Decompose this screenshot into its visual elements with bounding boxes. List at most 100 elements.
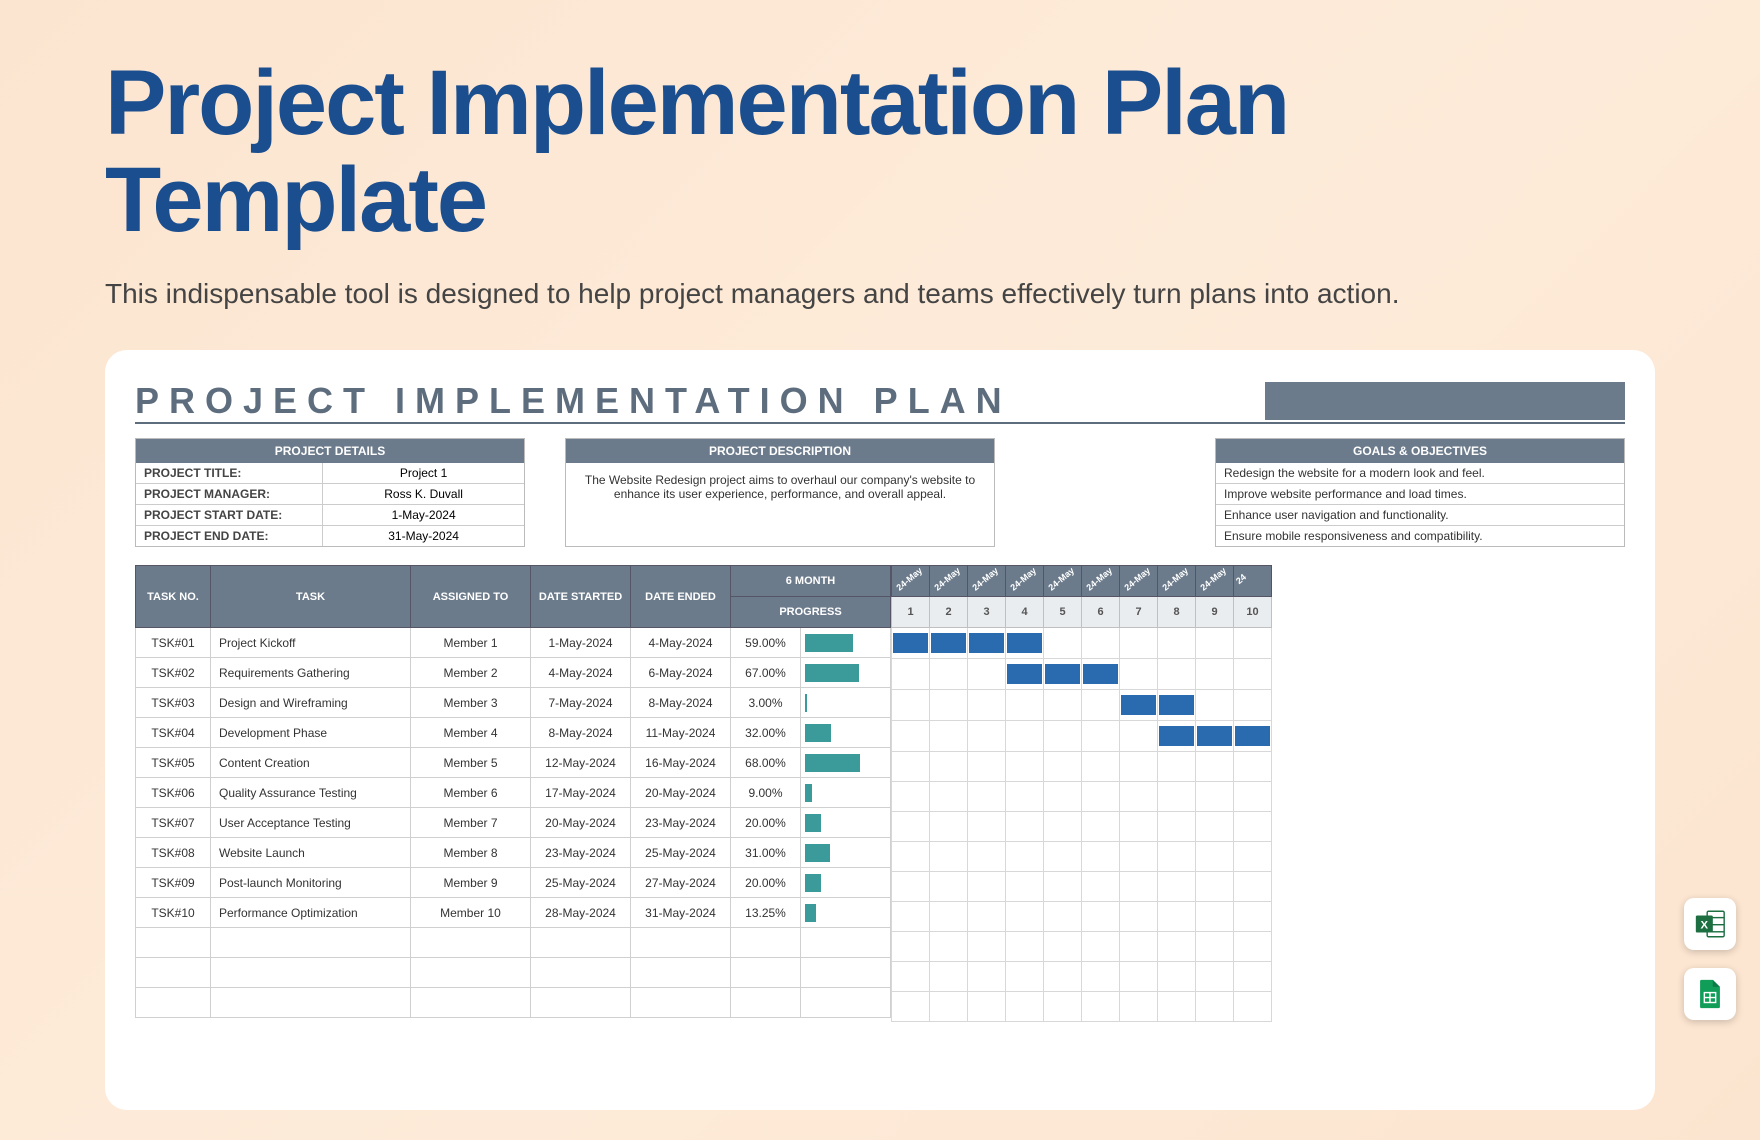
goal-item: Ensure mobile responsiveness and compati… xyxy=(1216,526,1624,546)
cell-task-no: TSK#09 xyxy=(136,868,211,898)
cell-assigned: Member 4 xyxy=(411,718,531,748)
gantt-cell xyxy=(1158,628,1196,659)
table-row: TSK#04Development PhaseMember 48-May-202… xyxy=(136,718,891,748)
gantt-row xyxy=(892,628,1272,659)
gantt-cell xyxy=(968,992,1006,1022)
gantt-cell xyxy=(1120,628,1158,659)
cell-end: 11-May-2024 xyxy=(631,718,731,748)
detail-value: Ross K. Duvall xyxy=(322,484,524,504)
excel-icon[interactable]: X xyxy=(1684,898,1736,950)
cell-progress-pct: 68.00% xyxy=(731,748,801,778)
cell-progress-bar xyxy=(801,778,891,808)
cell-progress-bar xyxy=(801,688,891,718)
gantt-num-header: 5 xyxy=(1044,597,1082,628)
google-sheets-icon[interactable] xyxy=(1684,968,1736,1020)
detail-row-manager: PROJECT MANAGER: Ross K. Duvall xyxy=(136,484,524,505)
task-table: TASK NO. TASK ASSIGNED TO DATE STARTED D… xyxy=(135,565,891,1022)
gantt-cell xyxy=(1120,932,1158,962)
gantt-cell xyxy=(1082,659,1120,690)
cell-task: Design and Wireframing xyxy=(211,688,411,718)
gantt-cell xyxy=(930,752,968,782)
gantt-cell xyxy=(1196,721,1234,752)
gantt-cell xyxy=(1196,932,1234,962)
gantt-cell xyxy=(930,782,968,812)
cell-task-no: TSK#06 xyxy=(136,778,211,808)
gantt-cell xyxy=(1044,962,1082,992)
gantt-cell xyxy=(930,690,968,721)
gantt-cell xyxy=(1006,628,1044,659)
gantt-cell xyxy=(1120,690,1158,721)
gantt-cell xyxy=(1006,782,1044,812)
gantt-cell xyxy=(1120,721,1158,752)
cell-end: 23-May-2024 xyxy=(631,808,731,838)
gantt-num-header: 3 xyxy=(968,597,1006,628)
gantt-date-header: 24-May xyxy=(1196,566,1234,597)
gantt-row xyxy=(892,812,1272,842)
gantt-cell xyxy=(1044,782,1082,812)
gantt-cell xyxy=(930,812,968,842)
gantt-cell xyxy=(1120,842,1158,872)
gantt-cell xyxy=(1234,902,1272,932)
detail-value: 1-May-2024 xyxy=(322,505,524,525)
detail-label: PROJECT TITLE: xyxy=(136,463,322,483)
gantt-chart: 24-May24-May24-May24-May24-May24-May24-M… xyxy=(891,565,1625,1022)
cell-start: 17-May-2024 xyxy=(531,778,631,808)
cell-task-no: TSK#07 xyxy=(136,808,211,838)
gantt-cell xyxy=(1158,690,1196,721)
gantt-cell xyxy=(1082,932,1120,962)
gantt-cell xyxy=(930,721,968,752)
detail-label: PROJECT START DATE: xyxy=(136,505,322,525)
gantt-cell xyxy=(892,659,930,690)
gantt-cell xyxy=(892,628,930,659)
gantt-cell xyxy=(930,902,968,932)
cell-start: 7-May-2024 xyxy=(531,688,631,718)
gantt-cell xyxy=(930,659,968,690)
gantt-cell xyxy=(968,721,1006,752)
gantt-date-header: 24-May xyxy=(1158,566,1196,597)
gantt-cell xyxy=(892,992,930,1022)
cell-progress-bar xyxy=(801,628,891,658)
gantt-num-header: 1 xyxy=(892,597,930,628)
cell-end: 16-May-2024 xyxy=(631,748,731,778)
gantt-row xyxy=(892,872,1272,902)
gantt-cell xyxy=(1044,992,1082,1022)
goals-box: GOALS & OBJECTIVES Redesign the website … xyxy=(1215,438,1625,547)
gantt-cell xyxy=(892,932,930,962)
gantt-num-header: 10 xyxy=(1234,597,1272,628)
gantt-cell xyxy=(1082,782,1120,812)
gantt-cell xyxy=(1044,752,1082,782)
cell-task-no: TSK#03 xyxy=(136,688,211,718)
gantt-cell xyxy=(1082,690,1120,721)
project-description-box: PROJECT DESCRIPTION The Website Redesign… xyxy=(565,438,995,547)
gantt-cell xyxy=(1234,812,1272,842)
cell-start: 4-May-2024 xyxy=(531,658,631,688)
cell-progress-bar xyxy=(801,898,891,928)
gantt-row-empty xyxy=(892,932,1272,962)
gantt-cell xyxy=(1196,812,1234,842)
detail-value: 31-May-2024 xyxy=(322,526,524,546)
gantt-cell xyxy=(1006,690,1044,721)
plan-header: PROJECT IMPLEMENTATION PLAN xyxy=(135,380,1625,424)
gantt-date-header: 24-May xyxy=(892,566,930,597)
gantt-cell xyxy=(1158,812,1196,842)
gantt-cell xyxy=(968,659,1006,690)
gantt-cell xyxy=(1234,782,1272,812)
goal-item: Improve website performance and load tim… xyxy=(1216,484,1624,505)
cell-assigned: Member 7 xyxy=(411,808,531,838)
gantt-cell xyxy=(1196,992,1234,1022)
gantt-cell xyxy=(1006,932,1044,962)
plan-heading: PROJECT IMPLEMENTATION PLAN xyxy=(135,380,1265,422)
cell-end: 4-May-2024 xyxy=(631,628,731,658)
gantt-cell xyxy=(968,782,1006,812)
gantt-cell xyxy=(1120,782,1158,812)
cell-assigned: Member 6 xyxy=(411,778,531,808)
gantt-row xyxy=(892,690,1272,721)
goals-header: GOALS & OBJECTIVES xyxy=(1216,439,1624,463)
cell-progress-bar xyxy=(801,808,891,838)
th-progress: PROGRESS xyxy=(731,597,891,628)
gantt-cell xyxy=(1196,902,1234,932)
gantt-cell xyxy=(1196,690,1234,721)
cell-task-no: TSK#02 xyxy=(136,658,211,688)
gantt-cell xyxy=(892,812,930,842)
table-row: TSK#05Content CreationMember 512-May-202… xyxy=(136,748,891,778)
